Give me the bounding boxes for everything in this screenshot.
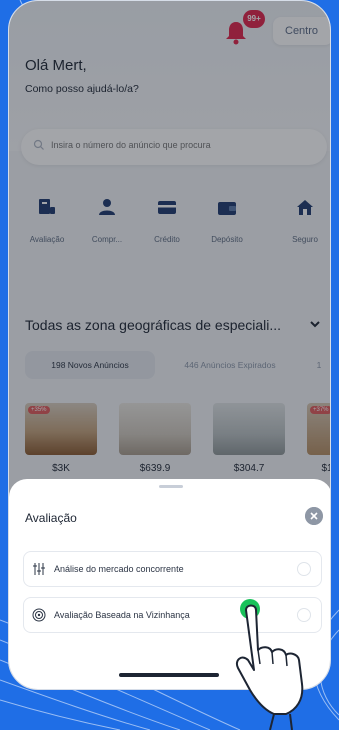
app-screen: 99+ Centro Olá Mert, Como posso ajudá-lo…	[9, 1, 330, 689]
option-label: Análise do mercado concorrente	[54, 564, 184, 574]
home-indicator	[119, 673, 219, 677]
hand-pointer-icon	[236, 604, 304, 730]
phone-frame: 99+ Centro Olá Mert, Como posso ajudá-lo…	[8, 0, 331, 690]
sheet-title: Avaliação	[25, 511, 77, 525]
target-icon	[32, 608, 46, 622]
sheet-drag-handle[interactable]	[159, 485, 183, 488]
option-radio[interactable]	[297, 562, 311, 576]
sliders-icon	[33, 563, 45, 575]
close-icon[interactable]	[305, 507, 323, 525]
option-market-analysis[interactable]: Análise do mercado concorrente	[23, 551, 322, 587]
option-label: Avaliação Baseada na Vizinhança	[54, 610, 190, 620]
